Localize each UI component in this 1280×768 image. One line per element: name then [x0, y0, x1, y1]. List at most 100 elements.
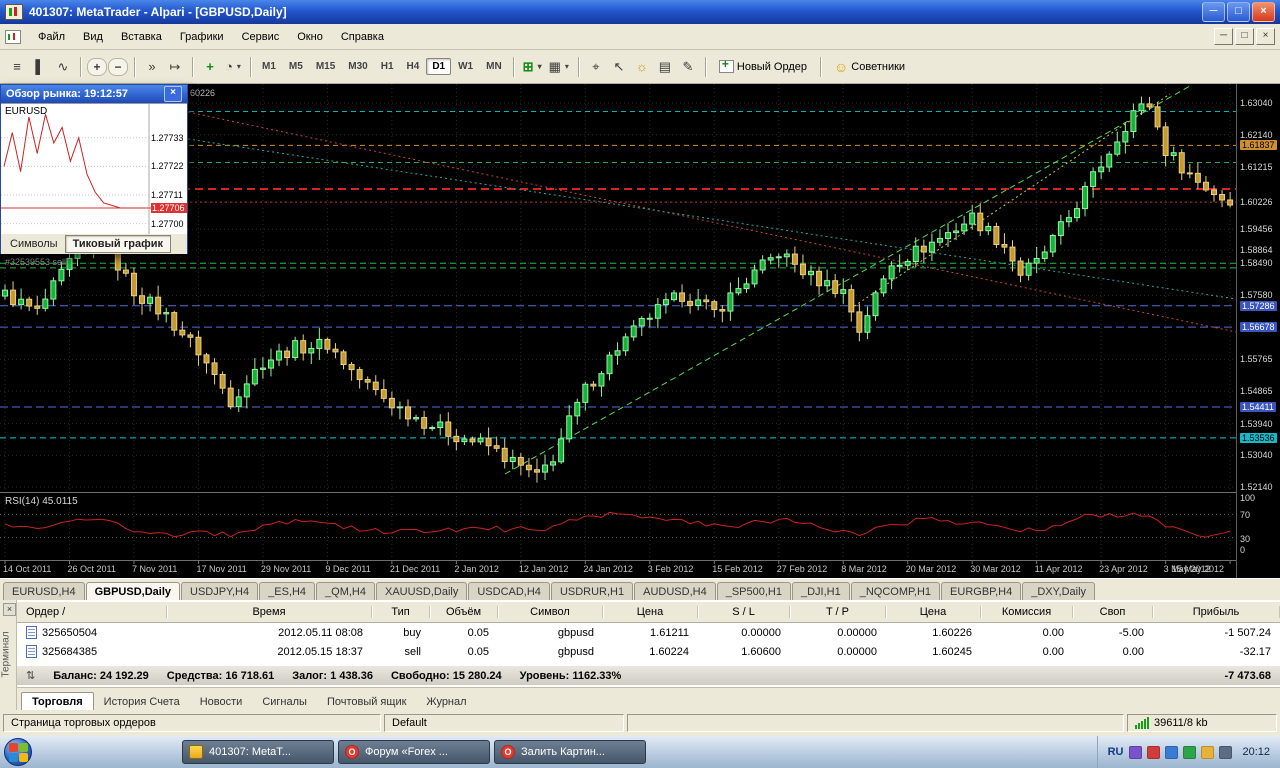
panels-icon[interactable]: ▤: [654, 56, 676, 78]
column-header-2[interactable]: Тип: [372, 606, 430, 618]
column-header-7[interactable]: T / P: [790, 606, 886, 618]
candlestick-chart-icon[interactable]: ▌: [29, 56, 51, 78]
column-header-1[interactable]: Время: [167, 606, 372, 618]
tray-icon-3[interactable]: [1165, 745, 1179, 759]
column-header-11[interactable]: Прибыль: [1153, 606, 1280, 618]
lightbulb-icon[interactable]: ☼: [631, 56, 653, 78]
tray-icon-6[interactable]: [1219, 745, 1233, 759]
terminal-tab-4[interactable]: Почтовый ящик: [317, 693, 416, 710]
timeframe-h1[interactable]: H1: [375, 58, 400, 75]
cursor-icon[interactable]: ↖: [608, 56, 630, 78]
tray-icon-4[interactable]: [1183, 745, 1197, 759]
order-row[interactable]: 325650504 2012.05.11 08:08 buy 0.05 gbpusd 1.…: [17, 623, 1280, 642]
order-row[interactable]: 325684385 2012.05.15 18:37 sell 0.05 gbpusd 1…: [17, 642, 1280, 661]
menu-item-1[interactable]: Вид: [74, 27, 112, 47]
column-header-3[interactable]: Объём: [430, 606, 498, 618]
terminal-tab-1[interactable]: История Счета: [94, 693, 190, 710]
menu-item-3[interactable]: Графики: [171, 27, 233, 47]
minimize-button[interactable]: ─: [1202, 2, 1225, 22]
chart-tab--dxy-daily[interactable]: _DXY,Daily: [1022, 582, 1096, 600]
timeframe-m15[interactable]: M15: [310, 58, 341, 75]
dropdown-caret-icon[interactable]: ▾: [237, 62, 241, 71]
chart-tab-audusd-h4[interactable]: AUDUSD,H4: [634, 582, 716, 600]
close-button[interactable]: ×: [1252, 2, 1275, 22]
profile-selector[interactable]: Default: [384, 714, 624, 732]
periods-icon[interactable]: ◔ ▾: [222, 56, 244, 78]
taskbar-button-2[interactable]: O Залить Картин...: [494, 740, 646, 764]
menu-item-6[interactable]: Справка: [332, 27, 393, 47]
chart-tab-usdrur-h1[interactable]: USDRUR,H1: [550, 582, 634, 600]
column-header-4[interactable]: Символ: [498, 606, 603, 618]
chart-tab--es-h4[interactable]: _ES,H4: [259, 582, 316, 600]
timeframe-d1[interactable]: D1: [426, 58, 452, 75]
chart-tab--nqcomp-h1[interactable]: _NQCOMP,H1: [850, 582, 941, 600]
tick-chart[interactable]: EURUSD 1.27733 1.27722 1.27711 1.27706 1.277…: [1, 103, 187, 234]
column-header-0[interactable]: Ордер /: [17, 606, 167, 618]
line-chart-icon[interactable]: ∿: [52, 56, 74, 78]
maximize-button[interactable]: □: [1227, 2, 1250, 22]
indicator-list-icon[interactable]: ⊞ ▾: [520, 56, 545, 78]
timeframe-m5[interactable]: M5: [283, 58, 309, 75]
chart-area[interactable]: 60226 #32539553 sell RSI(14) 45.0115 1.6…: [0, 84, 1280, 578]
market-watch-titlebar[interactable]: Обзор рынка: 19:12:57 ×: [1, 85, 187, 103]
timeframe-mn[interactable]: MN: [480, 58, 508, 75]
column-header-5[interactable]: Цена: [603, 606, 698, 618]
dropdown-caret-icon[interactable]: ▾: [565, 62, 569, 71]
taskbar-button-0[interactable]: 401307: MetaT...: [182, 740, 334, 764]
menu-item-2[interactable]: Вставка: [112, 27, 171, 47]
terminal-close-icon[interactable]: ×: [3, 603, 16, 616]
market-watch-tab-tick-chart[interactable]: Тиковый график: [64, 235, 172, 253]
terminal-tab-5[interactable]: Журнал: [416, 693, 476, 710]
connection-status[interactable]: 39611/8 kb: [1127, 714, 1277, 732]
chart-tab-eurgbp-h4[interactable]: EURGBP,H4: [941, 582, 1022, 600]
timeframe-m30[interactable]: M30: [342, 58, 373, 75]
tray-icon-1[interactable]: [1129, 745, 1143, 759]
column-header-8[interactable]: Цена: [886, 606, 981, 618]
terminal-tab-2[interactable]: Новости: [190, 693, 253, 710]
new-order-button[interactable]: Новый Ордер: [711, 56, 815, 78]
auto-scroll-icon[interactable]: »: [141, 56, 163, 78]
chart-tab--dji-h1[interactable]: _DJI,H1: [791, 582, 850, 600]
terminal-tab-3[interactable]: Сигналы: [252, 693, 317, 710]
mdi-minimize-button[interactable]: ─: [1214, 28, 1233, 45]
start-button[interactable]: [4, 738, 32, 766]
column-header-9[interactable]: Комиссия: [981, 606, 1073, 618]
taskbar-button-1[interactable]: O Форум «Forex ...: [338, 740, 490, 764]
timeframe-w1[interactable]: W1: [452, 58, 479, 75]
menu-item-4[interactable]: Сервис: [233, 27, 289, 47]
terminal-tab-0[interactable]: Торговля: [21, 692, 94, 710]
bars-chart-icon[interactable]: ≡: [6, 56, 28, 78]
advisors-button[interactable]: ☺ Советники: [826, 56, 913, 78]
chart-tab-xauusd-daily[interactable]: XAUUSD,Daily: [376, 582, 468, 600]
mdi-restore-button[interactable]: □: [1235, 28, 1254, 45]
tray-icon-2[interactable]: [1147, 745, 1161, 759]
tray-icon-5[interactable]: [1201, 745, 1215, 759]
column-header-6[interactable]: S / L: [698, 606, 790, 618]
market-watch-close-icon[interactable]: ×: [164, 86, 182, 102]
chart-tab--qm-h4[interactable]: _QM,H4: [316, 582, 375, 600]
dropdown-caret-icon[interactable]: ▾: [538, 62, 542, 71]
chart-shift-icon[interactable]: ↦: [164, 56, 186, 78]
market-watch-window[interactable]: Обзор рынка: 19:12:57 × EURUSD 1.27733 1.…: [0, 84, 188, 254]
chart-tab-gbpusd-daily[interactable]: GBPUSD,Daily: [85, 582, 180, 600]
menu-item-5[interactable]: Окно: [288, 27, 332, 47]
timeframe-m1[interactable]: M1: [256, 58, 282, 75]
zoom-out-icon[interactable]: −: [108, 57, 128, 76]
column-header-10[interactable]: Своп: [1073, 606, 1153, 618]
metaeditor-icon[interactable]: ✎: [677, 56, 699, 78]
timeframe-h4[interactable]: H4: [401, 58, 426, 75]
chart-tab-usdcad-h4[interactable]: USDCAD,H4: [468, 582, 550, 600]
chart-tab-usdjpy-h4[interactable]: USDJPY,H4: [181, 582, 259, 600]
chart-tab-eurusd-h4[interactable]: EURUSD,H4: [3, 582, 85, 600]
zoom-in-icon[interactable]: +: [87, 57, 107, 76]
market-watch-tab-symbols[interactable]: Символы: [3, 236, 65, 252]
crosshair-icon[interactable]: ⌖: [585, 56, 607, 78]
price-scale[interactable]: 1.63040 1.62140 1.61837 1.61215 1.60226 1.594…: [1236, 84, 1280, 578]
mdi-close-button[interactable]: ×: [1256, 28, 1275, 45]
add-indicator-icon[interactable]: +: [199, 56, 221, 78]
templates-icon[interactable]: ▦ ▾: [546, 56, 572, 78]
language-indicator[interactable]: RU: [1108, 746, 1124, 758]
menu-item-0[interactable]: Файл: [29, 27, 74, 47]
clock[interactable]: 20:12: [1242, 746, 1270, 758]
chart-tab--sp500-h1[interactable]: _SP500,H1: [716, 582, 791, 600]
